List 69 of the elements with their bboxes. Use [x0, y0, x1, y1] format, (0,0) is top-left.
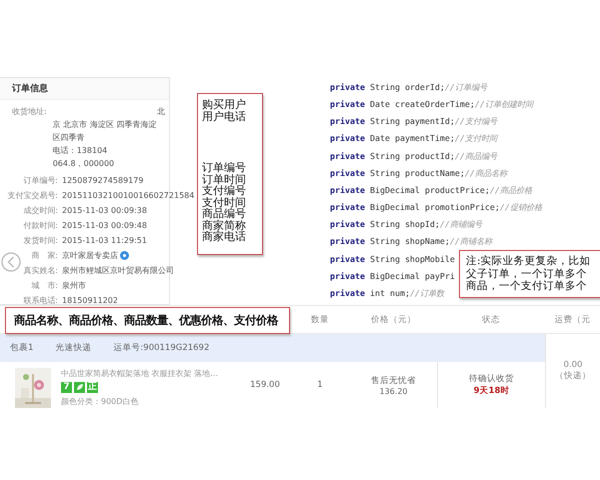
code-line: private String shopMobile — [330, 254, 455, 266]
annotation-text: 支付时间 — [202, 196, 247, 208]
code-line: private BigDecimal productPrice;//商品价格 — [330, 184, 532, 197]
code-line: private BigDecimal payPri — [330, 270, 455, 283]
annotation-text: 支付编号 — [202, 185, 247, 197]
package-text: 运单号:900119G21692 — [113, 342, 210, 354]
discount-value: 136.20 — [380, 386, 408, 396]
status-text: 待确认收货 — [469, 373, 514, 385]
service-badge: 7 — [61, 382, 72, 393]
annotation-text: 购买用户 — [202, 99, 247, 111]
code-line: private String shopName;//商铺名称 — [330, 236, 492, 248]
price-value: 159.00 — [250, 380, 280, 390]
field-value: 京叶家居专卖店 — [62, 250, 118, 261]
quantity-value: 1 — [317, 380, 323, 390]
field-label: 成交时间: — [22, 205, 58, 216]
code-line: private Date paymentTime;//支付时间 — [330, 133, 497, 146]
column-header: 价格（元） — [370, 314, 417, 326]
product-title[interactable]: 中品世家简易衣帽架落地 衣服挂衣架 落地… — [61, 368, 218, 379]
field-label: 发货时间: — [22, 235, 58, 246]
field-label: 城 市: — [30, 280, 58, 291]
address-text: 064.8，000000 — [52, 158, 116, 169]
address-text: 区四季青 — [52, 132, 86, 143]
field-value: 18150911202 — [62, 296, 118, 305]
field-value: 1250879274589179 — [62, 176, 144, 185]
code-line: private int num;//订单数 — [330, 288, 444, 300]
field-value: 2015-11-03 00:09:38 — [62, 206, 147, 215]
code-line: private String orderId;//订单编号 — [330, 82, 487, 94]
product-attribute: 颜色分类：900D白色 — [61, 396, 140, 407]
annotation-box: 注:实际业务更复杂，比如父子订单，一个订单多个商品，一个支付订单多个 — [459, 250, 600, 298]
code-line: private String productId;//商品编号 — [330, 150, 497, 163]
field-value: 泉州市 — [62, 280, 86, 291]
column-header: 数量 — [310, 314, 330, 326]
service-badge: 正 — [87, 382, 98, 393]
countdown-text: 9天18时 — [474, 385, 510, 397]
annotation-text: 订单时间 — [202, 174, 247, 186]
code-line: private String paymentId;//支付编号 — [330, 116, 497, 128]
code-line: private BigDecimal promotionPrice;//促销价格 — [330, 202, 542, 214]
annotation-text: 商家电话 — [202, 231, 247, 243]
field-label: 支付宝交易号: — [6, 190, 58, 201]
address-text: 北 — [157, 106, 165, 117]
annotation-box: 商品名称、商品价格、商品数量、优惠价格、支付价格 — [5, 307, 290, 334]
address-text: 电话：138104 — [52, 145, 108, 156]
freight-type: （快递） — [555, 370, 591, 382]
column-header: 运费（元 — [554, 314, 592, 326]
annotation-text: 订单编号 — [202, 162, 247, 174]
field-label: 订单编号: — [22, 175, 58, 186]
package-text: 光速快递 — [55, 342, 92, 354]
field-label: 商 家: — [30, 250, 58, 261]
discount-label: 售后无忧省 — [371, 374, 416, 386]
package-text: 包裹1 — [10, 342, 34, 354]
field-value: 泉州市鲤城区京叶贸易有限公司 — [62, 265, 174, 276]
field-value: 2015-11-03 00:09:48 — [62, 221, 147, 230]
code-line: private String shopId;//商铺编号 — [330, 219, 482, 232]
field-label: 联系电话: — [22, 295, 58, 306]
annotation-text: 用户电话 — [202, 110, 247, 122]
address-text: 京 北京市 海淀区 四季青海淀 — [52, 119, 158, 130]
freight-value: 0.00 — [564, 360, 582, 370]
code-line: private String productName;//商品名称 — [330, 168, 507, 180]
field-label: 付款时间: — [22, 220, 58, 231]
field-value: 2015-11-03 11:29:51 — [62, 236, 147, 245]
field-label: 真实姓名: — [22, 265, 58, 276]
leaf-icon — [74, 382, 85, 393]
annotation-text: 商家简称 — [202, 220, 247, 232]
column-header: 状态 — [481, 314, 501, 326]
annotation-text: 商品编号 — [202, 208, 247, 220]
code-line: private Date createOrderTime;//订单创建时间 — [330, 99, 533, 112]
field-value: 20151103210010016602721584 — [62, 191, 194, 200]
panel-title: 订单信息 — [0, 78, 169, 100]
field-label: 收货地址: — [12, 106, 47, 118]
